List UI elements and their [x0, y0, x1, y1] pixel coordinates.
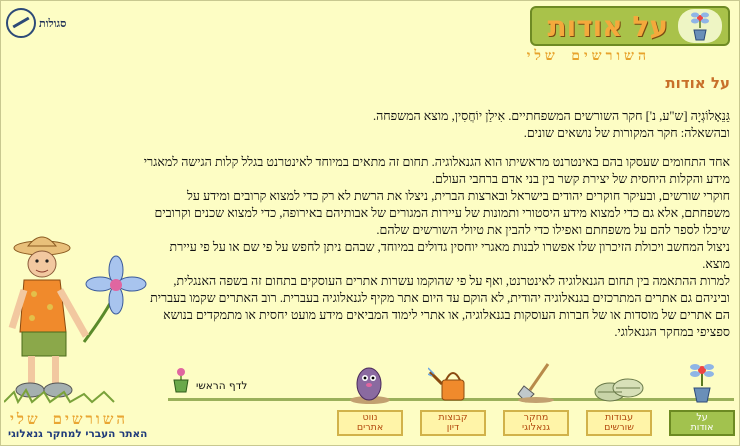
page-banner: על אודות [530, 6, 730, 46]
content-heading: על אודות [665, 74, 730, 92]
small-flower-pot-icon [173, 368, 189, 393]
nav-item-genealogy-research[interactable]: מחקר גנאלוגי [502, 360, 570, 436]
nav-label-about: על אודות [669, 410, 735, 436]
site-tagline: האתר העברי למחקר גנאלוגי [8, 428, 148, 440]
flower-pot-icon [682, 360, 722, 404]
nav-item-roots-projects[interactable]: עבודות שורשים [585, 360, 653, 436]
home-link[interactable]: לדף הראשי [170, 366, 247, 394]
watering-can-icon [428, 360, 478, 404]
site-name-bottom: השורשים שלי [10, 410, 128, 428]
page-title: על אודות [547, 9, 668, 43]
content-paragraph-definition: גֵּנֵאָלוֹגְיָה [ש"ע, נ'] חקר השורשים המ… [372, 109, 730, 140]
nav-label-site-navigator: נווט אתרים [337, 410, 403, 436]
nav-item-discussion-groups[interactable]: קבוצות דיון [419, 360, 487, 436]
nav-item-site-navigator[interactable]: נווט אתרים [336, 360, 404, 436]
site-name-top: השורשים שלי [526, 48, 650, 64]
flower-pot-icon [678, 9, 722, 43]
nav-label-genealogy-research: מחקר גנאלוגי [503, 410, 569, 436]
org-logo[interactable]: סגולות [6, 8, 66, 38]
main-nav: על אודות עבודות שורשים מחקר גנאלוגי קבוצ… [336, 358, 736, 436]
org-logo-icon [6, 8, 36, 38]
org-logo-name: סגולות [39, 16, 67, 30]
nav-label-discussion-groups: קבוצות דיון [420, 410, 486, 436]
home-link-label: לדף הראשי [196, 380, 248, 392]
nav-label-roots-projects: עבודות שורשים [586, 410, 652, 436]
main-content: על אודות גֵּנֵאָלוֹגְיָה [ש"ע, נ'] חקר ה… [140, 74, 730, 353]
leaves-icon [594, 360, 644, 404]
mole-icon [347, 360, 393, 404]
content-paragraph-body: אחד התחומים שעסקו בהם באינטרנט מראשיתו ה… [143, 155, 730, 339]
gardener-illustration [3, 232, 154, 416]
nav-item-about[interactable]: על אודות [668, 360, 736, 436]
shovel-icon [514, 360, 558, 404]
